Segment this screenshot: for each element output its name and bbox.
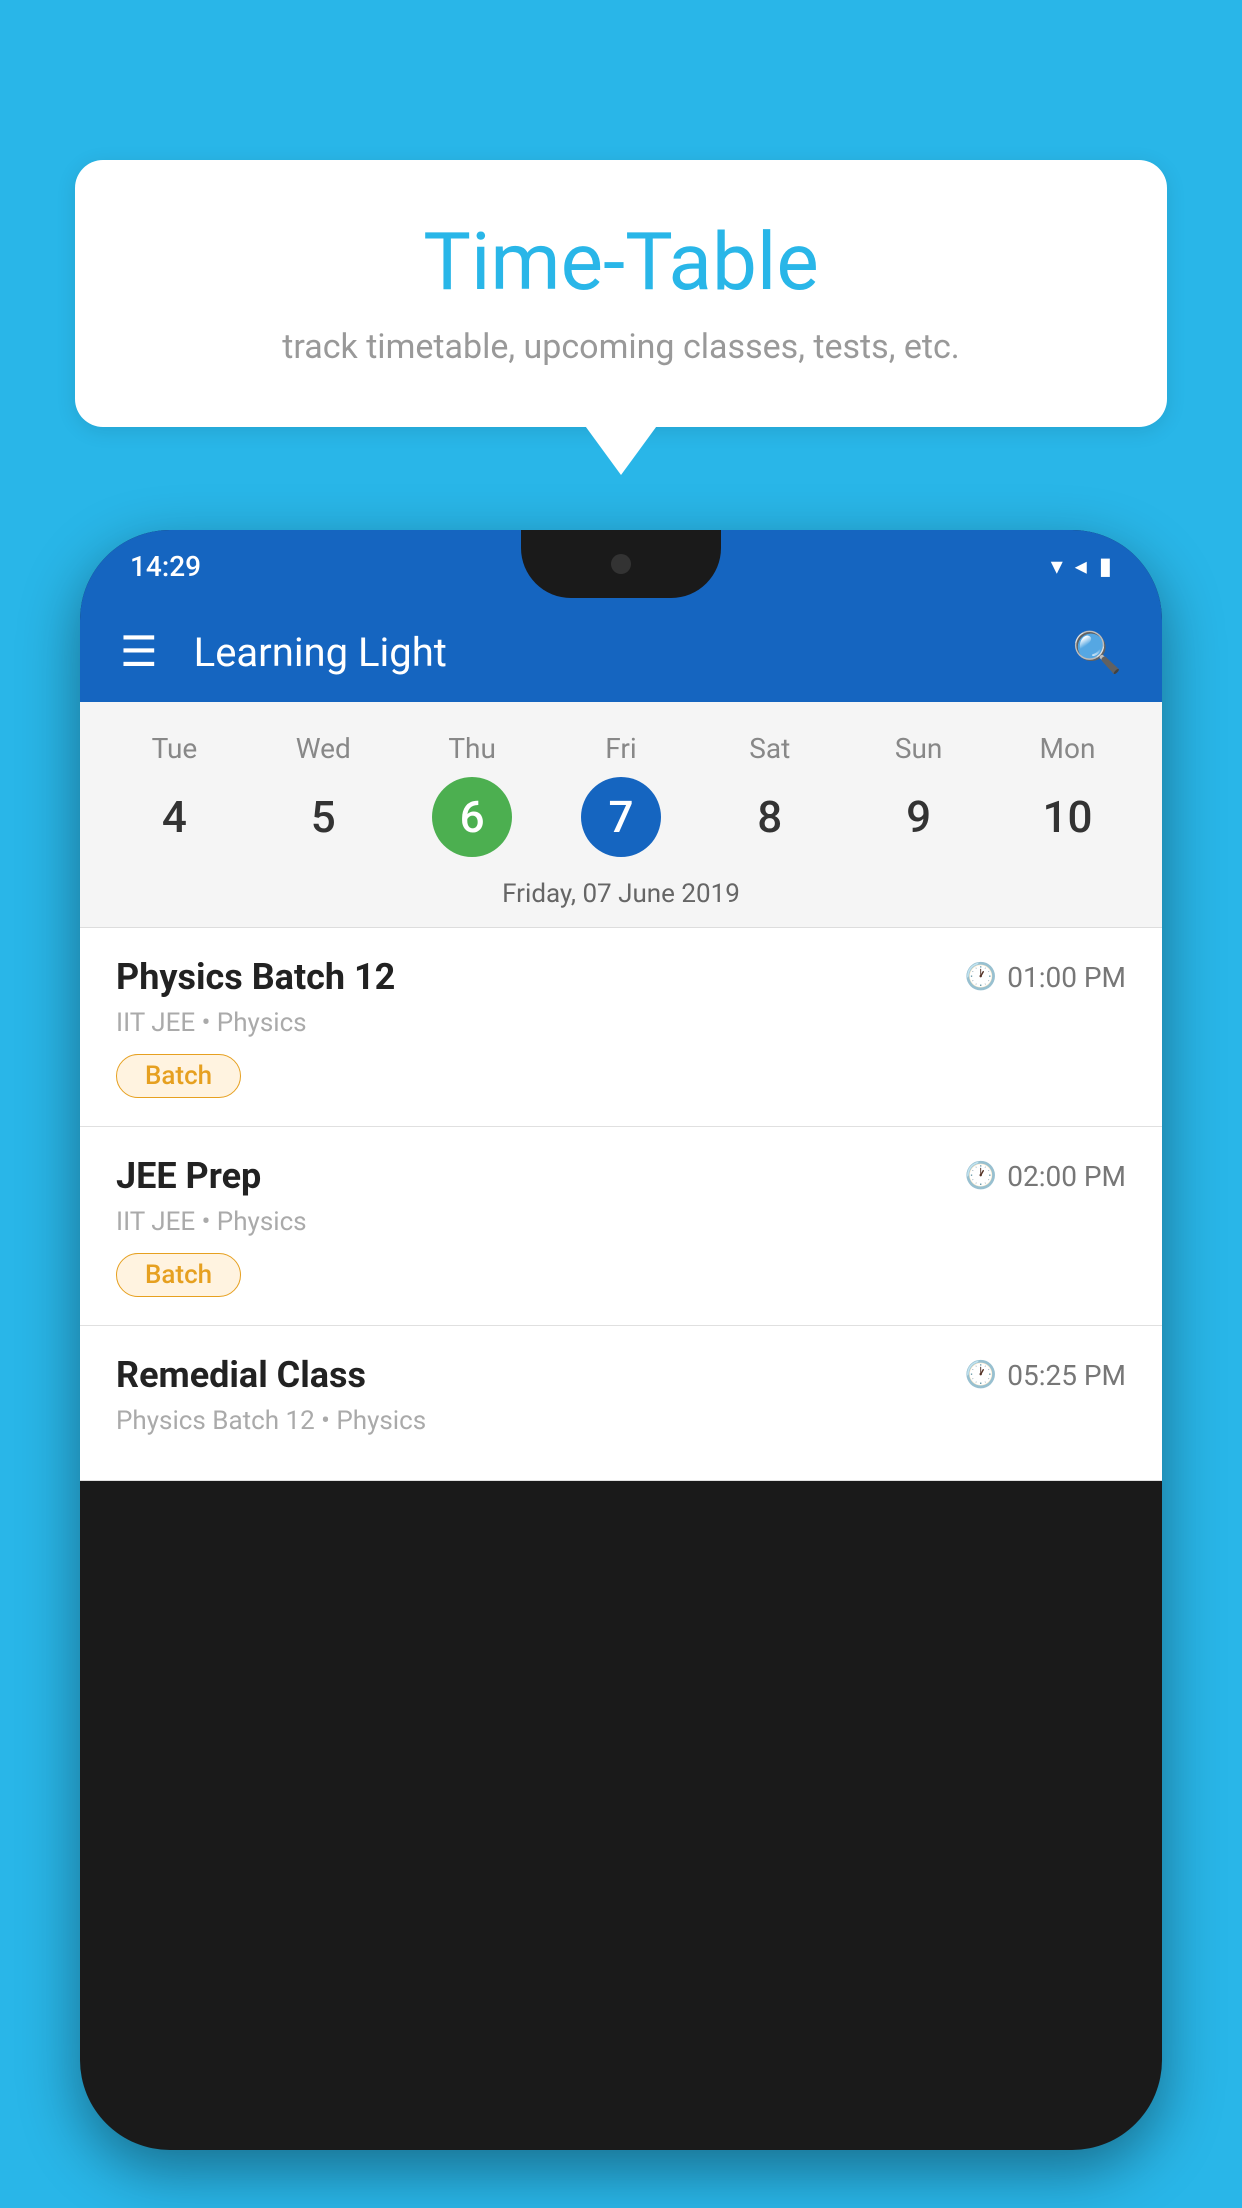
day-number: 10 [1027,777,1107,857]
day-number: 6 [432,777,512,857]
search-icon[interactable]: 🔍 [1072,629,1122,676]
day-column[interactable]: Mon 10 [1002,732,1132,857]
schedule-item-header: Physics Batch 12 🕐 01:00 PM [116,956,1126,998]
day-column[interactable]: Tue 4 [109,732,239,857]
phone-frame: 14:29 ▾ ◂ ▮ ☰ Learning Light 🔍 Tue4Wed5T… [80,530,1162,2150]
status-bar: 14:29 ▾ ◂ ▮ [80,530,1162,602]
day-number: 5 [283,777,363,857]
day-number: 8 [730,777,810,857]
schedule-item-time: 🕐 05:25 PM [965,1359,1126,1392]
status-icons: ▾ ◂ ▮ [1051,552,1112,580]
day-column[interactable]: Sun 9 [854,732,984,857]
day-name: Sat [749,732,790,765]
schedule-item-name: Remedial Class [116,1354,366,1396]
day-column[interactable]: Wed 5 [258,732,388,857]
hamburger-menu-icon[interactable]: ☰ [120,627,158,677]
day-name: Fri [605,732,636,765]
days-row: Tue 4 Wed 5 Thu 6 Fri 7 Sat 8 Sun 9 Mon 10 [80,722,1162,867]
selected-date-label: Friday, 07 June 2019 [80,867,1162,928]
day-number: 9 [879,777,959,857]
status-time: 14:29 [130,550,201,583]
day-name: Sun [895,732,943,765]
schedule-list: Physics Batch 12 🕐 01:00 PM IIT JEE • Phys… [80,928,1162,1481]
calendar-strip: Tue 4 Wed 5 Thu 6 Fri 7 Sat 8 Sun 9 Mon 10 Friday, 07… [80,702,1162,928]
schedule-item[interactable]: Remedial Class 🕐 05:25 PM Physics Batch 12… [80,1326,1162,1481]
schedule-item-name: Physics Batch 12 [116,956,395,998]
schedule-item[interactable]: Physics Batch 12 🕐 01:00 PM IIT JEE • Phys… [80,928,1162,1127]
bubble-title: Time-Table [135,215,1107,309]
wifi-icon: ▾ [1051,552,1063,580]
camera [611,554,631,574]
schedule-item-time: 🕐 01:00 PM [965,961,1126,994]
app-bar: ☰ Learning Light 🔍 [80,602,1162,702]
bubble-subtitle: track timetable, upcoming classes, tests… [135,327,1107,367]
batch-badge: Batch [116,1253,241,1297]
day-column[interactable]: Thu 6 [407,732,537,857]
schedule-item-name: JEE Prep [116,1155,261,1197]
day-number: 4 [134,777,214,857]
day-name: Wed [296,732,351,765]
speech-bubble: Time-Table track timetable, upcoming cla… [75,160,1167,427]
schedule-item-header: Remedial Class 🕐 05:25 PM [116,1354,1126,1396]
clock-icon: 🕐 [965,1360,997,1390]
app-title: Learning Light [194,629,1073,676]
day-column[interactable]: Fri 7 [556,732,686,857]
day-name: Thu [448,732,496,765]
day-name: Mon [1040,732,1096,765]
schedule-item-header: JEE Prep 🕐 02:00 PM [116,1155,1126,1197]
schedule-item-time: 🕐 02:00 PM [965,1160,1126,1193]
battery-icon: ▮ [1099,552,1112,580]
day-name: Tue [152,732,198,765]
day-number: 7 [581,777,661,857]
phone-mockup: 14:29 ▾ ◂ ▮ ☰ Learning Light 🔍 Tue4Wed5T… [80,530,1162,2208]
batch-badge: Batch [116,1054,241,1098]
signal-icon: ◂ [1075,552,1087,580]
schedule-item-meta: IIT JEE • Physics [116,1207,1126,1237]
schedule-item-meta: IIT JEE • Physics [116,1008,1126,1038]
clock-icon: 🕐 [965,1161,997,1191]
schedule-item[interactable]: JEE Prep 🕐 02:00 PM IIT JEE • Physics Batch [80,1127,1162,1326]
clock-icon: 🕐 [965,962,997,992]
day-column[interactable]: Sat 8 [705,732,835,857]
schedule-item-meta: Physics Batch 12 • Physics [116,1406,1126,1436]
phone-content: Tue 4 Wed 5 Thu 6 Fri 7 Sat 8 Sun 9 Mon 10 Friday, 07… [80,702,1162,1481]
notch [521,530,721,598]
